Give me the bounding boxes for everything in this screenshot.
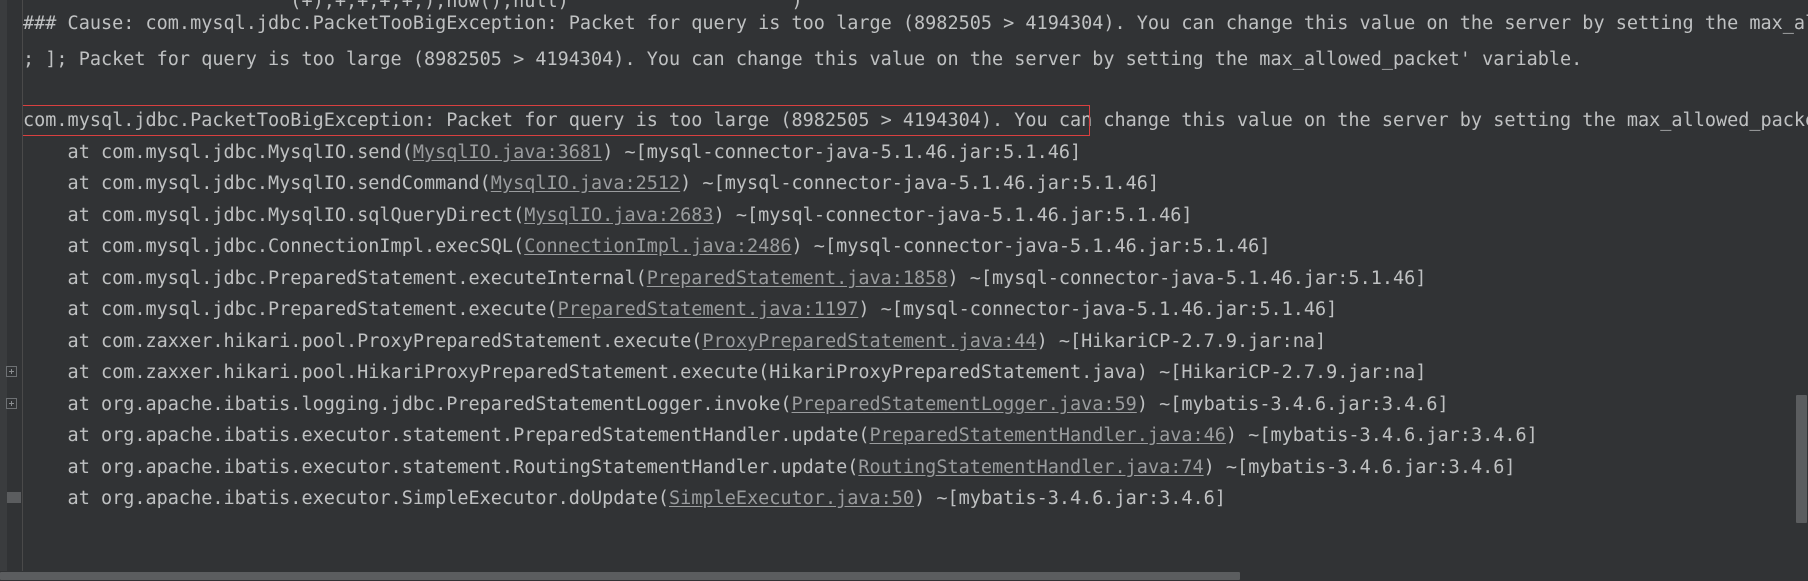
source-location-link[interactable]: PreparedStatementHandler.java:46 (869, 425, 1225, 446)
stack-trace-line: at com.mysql.jdbc.MysqlIO.sendCommand(My… (0, 168, 1160, 199)
log-text: at com.mysql.jdbc.MysqlIO.sqlQueryDirect… (23, 205, 525, 226)
source-location-link[interactable]: PreparedStatement.java:1858 (647, 268, 948, 289)
stack-trace-line: at org.apache.ibatis.logging.jdbc.Prepar… (0, 389, 1449, 420)
log-text: at com.mysql.jdbc.MysqlIO.sendCommand( (23, 173, 491, 194)
stack-trace-line: at org.apache.ibatis.executor.statement.… (0, 452, 1516, 483)
source-location-link[interactable]: SimpleExecutor.java:50 (669, 488, 914, 509)
horizontal-scrollbar-thumb[interactable] (0, 572, 1240, 580)
source-location-link[interactable]: RoutingStatementHandler.java:74 (858, 457, 1203, 478)
stack-trace-line: at com.mysql.jdbc.PreparedStatement.exec… (0, 263, 1427, 294)
log-text: com.mysql.jdbc.PacketTooBigException: Pa… (23, 110, 1808, 131)
source-location-link[interactable]: MysqlIO.java:2512 (491, 173, 680, 194)
stack-trace-line: at org.apache.ibatis.executor.statement.… (0, 420, 1538, 451)
source-location-link[interactable]: MysqlIO.java:2683 (524, 205, 713, 226)
gutter-marker[interactable] (7, 492, 21, 503)
log-console-panel[interactable]: (+);+;+;+;+;);now();null) ) ### Cause: co… (0, 0, 1808, 581)
stack-trace-line: at org.apache.ibatis.executor.SimpleExec… (0, 483, 1226, 514)
log-text: ) ~[HikariCP-2.7.9.jar:na] (1036, 331, 1327, 352)
fold-expand-icon[interactable] (6, 366, 17, 377)
log-text: ) ~[mysql-connector-java-5.1.46.jar:5.1.… (713, 205, 1193, 226)
log-text: at com.mysql.jdbc.PreparedStatement.exec… (23, 299, 558, 320)
log-text: ) ~[mybatis-3.4.6.jar:3.4.6] (1225, 425, 1538, 446)
stack-trace-line: at com.mysql.jdbc.PreparedStatement.exec… (0, 294, 1338, 325)
log-text: at com.mysql.jdbc.MysqlIO.send( (23, 142, 413, 163)
log-text: ) ~[mysql-connector-java-5.1.46.jar:5.1.… (680, 173, 1160, 194)
source-location-link[interactable]: ProxyPreparedStatement.java:44 (702, 331, 1036, 352)
log-text: at org.apache.ibatis.executor.statement.… (23, 457, 859, 478)
log-text: ; ]; Packet for query is too large (8982… (23, 49, 1583, 70)
source-location-link[interactable]: PreparedStatementLogger.java:59 (792, 394, 1137, 415)
log-text: at com.mysql.jdbc.PreparedStatement.exec… (23, 268, 647, 289)
log-text: at org.apache.ibatis.executor.SimpleExec… (23, 488, 670, 509)
log-text: ) ~[mybatis-3.4.6.jar:3.4.6] (914, 488, 1226, 509)
log-text: ) ~[mybatis-3.4.6.jar:3.4.6] (1136, 394, 1449, 415)
log-text: at org.apache.ibatis.logging.jdbc.Prepar… (23, 394, 792, 415)
log-text: ) ~[mybatis-3.4.6.jar:3.4.6] (1203, 457, 1516, 478)
stack-trace-line: ### Cause: com.mysql.jdbc.PacketTooBigEx… (0, 8, 1808, 39)
log-text: ) ~[mysql-connector-java-5.1.46.jar:5.1.… (602, 142, 1082, 163)
vertical-scrollbar-thumb[interactable] (1796, 395, 1807, 523)
exception-header-line: com.mysql.jdbc.PacketTooBigException: Pa… (0, 105, 1808, 136)
log-text: ) ~[mysql-connector-java-5.1.46.jar:5.1.… (858, 299, 1338, 320)
log-text: ) ~[mysql-connector-java-5.1.46.jar:5.1.… (947, 268, 1427, 289)
stack-trace-line: at com.mysql.jdbc.MysqlIO.sqlQueryDirect… (0, 200, 1193, 231)
stack-trace-line: at com.zaxxer.hikari.pool.HikariProxyPre… (0, 357, 1427, 388)
source-location-link[interactable]: PreparedStatement.java:1197 (558, 299, 859, 320)
log-text: at com.zaxxer.hikari.pool.ProxyPreparedS… (23, 331, 703, 352)
log-lines-container: (+);+;+;+;+;);now();null) ) ### Cause: co… (0, 0, 1808, 581)
log-text: at org.apache.ibatis.executor.statement.… (23, 425, 870, 446)
fold-expand-icon[interactable] (6, 398, 17, 409)
vertical-scrollbar[interactable] (1795, 0, 1808, 581)
stack-trace-line: at com.mysql.jdbc.MysqlIO.send(MysqlIO.j… (0, 137, 1082, 168)
log-text: ) ~[mysql-connector-java-5.1.46.jar:5.1.… (791, 236, 1271, 257)
source-location-link[interactable]: MysqlIO.java:3681 (413, 142, 602, 163)
log-text: ### Cause: com.mysql.jdbc.PacketTooBigEx… (23, 13, 1808, 34)
gutter-edge-strip (0, 0, 7, 581)
editor-gutter[interactable] (0, 0, 23, 581)
log-text: at com.mysql.jdbc.ConnectionImpl.execSQL… (23, 236, 525, 257)
stack-trace-line: at com.mysql.jdbc.ConnectionImpl.execSQL… (0, 231, 1271, 262)
stack-trace-line: at com.zaxxer.hikari.pool.ProxyPreparedS… (0, 326, 1327, 357)
stack-trace-line: ; ]; Packet for query is too large (8982… (0, 44, 1582, 75)
log-text: at com.zaxxer.hikari.pool.HikariProxyPre… (23, 362, 1427, 383)
source-location-link[interactable]: ConnectionImpl.java:2486 (524, 236, 791, 257)
horizontal-scrollbar[interactable] (0, 571, 1808, 581)
